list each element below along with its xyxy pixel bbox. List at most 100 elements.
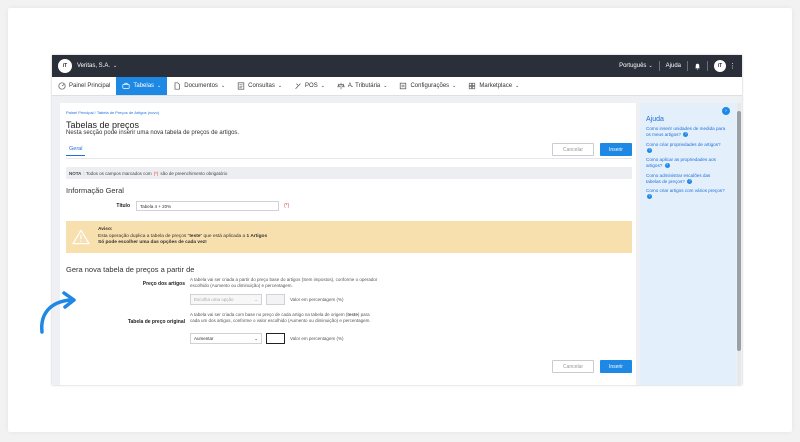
nav-item-consultas[interactable]: Consultas ⌄: [231, 77, 288, 95]
nav-label: POS: [305, 83, 318, 89]
section-title-info: Informação Geral: [66, 186, 124, 195]
annotation-arrow-icon: [40, 291, 76, 334]
chevron-down-icon: ⌄: [277, 83, 283, 89]
help-link[interactable]: Ajuda: [666, 63, 681, 69]
question-icon: ?: [687, 178, 693, 184]
main-panel: Painel Principal / Tabela de Preços de A…: [60, 103, 636, 385]
help-item[interactable]: Como aplicar as propriedades aos artigos…: [646, 157, 726, 169]
language-selector[interactable]: Português ⌄: [619, 63, 653, 69]
title-label: Título: [116, 203, 130, 209]
chevron-down-icon: ⌄: [320, 83, 325, 89]
gear-icon: [400, 82, 407, 90]
original-table-percent-label: Valor em percentagem (%): [290, 336, 344, 341]
chevron-down-icon: ⌄: [113, 63, 118, 69]
title-required-marker: (*): [284, 203, 290, 209]
bell-icon[interactable]: [694, 63, 701, 70]
help-item[interactable]: Como inserir unidades de medida para os …: [646, 126, 726, 138]
nav-item-configuracoes[interactable]: Configurações ⌄: [393, 77, 462, 95]
nav-item-painel-principal[interactable]: Painel Principal: [52, 77, 116, 95]
original-table-name: teste: [347, 312, 358, 317]
question-icon: ?: [647, 147, 652, 153]
title-input[interactable]: Tabela 4 + 20%: [136, 201, 279, 211]
main-nav: Painel Principal Tabelas ⌄ Documentos ⌄ …: [52, 77, 742, 96]
article-prices-percent-input[interactable]: [266, 294, 285, 305]
warning-line-1-middle: " que está aplicada a: [200, 233, 247, 239]
help-item-text: Como criar propriedades de artigos?: [646, 141, 721, 147]
chevron-down-icon: ⌄: [452, 83, 457, 89]
tables-icon: [122, 82, 130, 89]
chevron-down-icon: ⌄: [254, 296, 258, 302]
cancel-button-bottom[interactable]: Cancelar: [552, 360, 594, 373]
pos-icon: [295, 83, 301, 90]
required-marker: (*): [153, 170, 159, 176]
company-name: Veritas, S.A.: [77, 63, 111, 69]
select-placeholder: Escolha uma opção: [194, 297, 234, 302]
breadcrumb[interactable]: Painel Principal / Tabela de Preços de A…: [66, 110, 159, 115]
nav-label: Configurações: [410, 83, 450, 89]
company-logo[interactable]: iT: [58, 59, 72, 73]
list-icon: [237, 82, 245, 90]
chevron-down-icon: ⌄: [254, 335, 258, 341]
nav-label: Marketplace: [479, 83, 513, 89]
nav-label: Documentos: [184, 83, 218, 89]
cancel-button-top[interactable]: Cancelar: [552, 143, 594, 156]
help-item[interactable]: Como administrar escalões das tabelas de…: [646, 173, 726, 185]
dashboard-icon: [58, 82, 66, 90]
top-bar: iT Veritas, S.A. ⌄ Português ⌄ Ajuda iT …: [52, 55, 742, 77]
article-prices-label: Preço dos artigos: [142, 281, 185, 287]
nav-item-tabelas[interactable]: Tabelas ⌄: [116, 77, 168, 95]
warning-box: Aviso: Esta operação duplica a tabela de…: [66, 221, 632, 253]
help-item-text: Como administrar escalões das tabelas de…: [646, 172, 711, 184]
select-value: Aumentar: [194, 336, 214, 341]
question-icon: ?: [683, 132, 689, 138]
nav-label: Painel Principal: [69, 83, 111, 89]
warning-table-name: teste: [189, 233, 201, 239]
warning-icon: [72, 229, 90, 245]
help-item[interactable]: Como criar propriedades de artigos? ?: [646, 142, 726, 154]
original-table-select[interactable]: Aumentar ⌄: [190, 333, 262, 344]
original-table-percent-input[interactable]: [266, 333, 285, 344]
page-subtitle: Nesta secção pode inserir uma nova tabel…: [66, 130, 240, 136]
note-text-before: : Todos os campos marcados com: [83, 170, 152, 176]
insert-button-top[interactable]: Inserir: [600, 143, 632, 156]
nav-item-marketplace[interactable]: Marketplace ⌄: [462, 77, 525, 95]
nav-item-a-tributaria[interactable]: A. Tributária ⌄: [331, 77, 394, 95]
chevron-down-icon: ⌄: [515, 83, 520, 89]
nav-label: Consultas: [248, 83, 275, 89]
article-prices-percent-label: Valor em percentagem (%): [290, 297, 344, 302]
article-prices-description: A tabela vai ser criada a partir do preç…: [190, 277, 378, 288]
chevron-down-icon: ⌄: [648, 63, 653, 69]
note-label: NOTA: [69, 170, 82, 176]
chevron-down-icon: ⌄: [220, 83, 226, 89]
app-window: iT Veritas, S.A. ⌄ Português ⌄ Ajuda iT …: [52, 55, 742, 385]
question-icon: ?: [647, 194, 652, 200]
chevron-right-icon[interactable]: ›: [722, 107, 730, 115]
tab-divider: [66, 158, 632, 159]
avatar[interactable]: iT: [714, 60, 726, 72]
tax-icon: [337, 82, 345, 90]
original-table-description-before: A tabela vai ser criada com base no preç…: [190, 312, 348, 317]
scrollbar-thumb[interactable]: [737, 111, 741, 351]
help-item-text: Como aplicar as propriedades aos artigos…: [646, 157, 716, 168]
chevron-down-icon: ⌄: [383, 83, 388, 89]
chevron-down-icon: ⌄: [157, 83, 162, 89]
help-list: Como inserir unidades de medida para os …: [646, 126, 726, 204]
nav-label: A. Tributária: [347, 83, 381, 89]
nav-label: Tabelas: [133, 83, 155, 89]
tab-geral[interactable]: Geral: [66, 146, 86, 156]
kebab-menu-icon[interactable]: ⋮: [729, 63, 736, 70]
warning-line-1-prefix: Esta operação duplica a tabela de preços…: [98, 233, 190, 239]
help-item[interactable]: Como criar artigos com vários preços? ?: [646, 188, 726, 200]
nav-item-documentos[interactable]: Documentos ⌄: [167, 77, 231, 95]
nav-item-pos[interactable]: POS ⌄: [288, 77, 331, 95]
article-prices-select[interactable]: Escolha uma opção ⌄: [190, 294, 262, 305]
help-panel: › Ajuda Como inserir unidades de medida …: [640, 103, 736, 385]
scrollbar[interactable]: [737, 103, 741, 385]
page-title: Tabelas de preços: [66, 120, 140, 130]
marketplace-icon: [469, 82, 476, 90]
company-selector[interactable]: Veritas, S.A. ⌄: [77, 63, 117, 69]
document-icon: [174, 82, 181, 90]
help-item-text: Como criar artigos com vários preços?: [646, 188, 725, 194]
insert-button-bottom[interactable]: Inserir: [600, 360, 632, 373]
original-table-description: A tabela vai ser criada com base no preç…: [190, 312, 376, 324]
